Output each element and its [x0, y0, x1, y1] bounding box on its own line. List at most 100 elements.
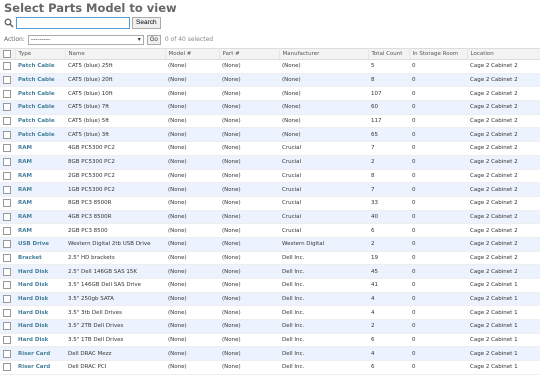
type-link[interactable]: Hard Disk: [18, 310, 48, 316]
type-link[interactable]: RAM: [18, 145, 32, 151]
row-select-cell: [0, 127, 15, 143]
cell-manufacturer: Crucial: [279, 210, 368, 225]
row-checkbox[interactable]: [3, 212, 11, 221]
column-header-location[interactable]: Location: [467, 48, 540, 60]
type-link[interactable]: RAM: [18, 173, 32, 179]
cell-in-storage: 0: [409, 169, 467, 184]
type-link[interactable]: Hard Disk: [18, 296, 48, 302]
row-checkbox[interactable]: [3, 267, 11, 276]
table-row: Riser Card Dell DRAC PCI (None) (None) Dell …: [0, 360, 540, 375]
row-checkbox[interactable]: [3, 89, 11, 98]
type-link[interactable]: Bracket: [18, 255, 42, 261]
row-checkbox[interactable]: [3, 158, 11, 167]
cell-manufacturer: Dell Inc.: [279, 264, 368, 279]
row-checkbox[interactable]: [3, 226, 11, 235]
column-header-model[interactable]: Model #: [165, 48, 220, 60]
cell-model: (None): [165, 360, 219, 375]
column-header-in-storage[interactable]: In Storage Room: [409, 48, 468, 60]
action-select[interactable]: --------- ▾: [27, 34, 144, 45]
cell-total-count: 2: [368, 237, 409, 252]
row-checkbox[interactable]: [3, 130, 11, 139]
row-checkbox[interactable]: [3, 295, 11, 304]
cell-model: (None): [165, 278, 219, 293]
row-checkbox[interactable]: [3, 240, 11, 249]
cell-part: (None): [219, 73, 279, 88]
row-checkbox[interactable]: [3, 349, 11, 358]
column-header-total-count[interactable]: Total Count: [368, 48, 410, 60]
type-link[interactable]: RAM: [18, 228, 32, 234]
search-bar: Search: [4, 16, 540, 30]
cell-location: Cage 2 Cabinet 2: [467, 141, 540, 156]
cell-manufacturer: (None): [279, 127, 368, 143]
type-link[interactable]: Riser Card: [18, 351, 50, 357]
select-all-checkbox[interactable]: [3, 50, 11, 58]
row-select-cell: [0, 319, 15, 334]
table-row: Riser Card Dell DRAC Mezz (None) (None) Dell…: [0, 346, 540, 362]
cell-name: 3.5" 3tb Dell Drives: [65, 305, 165, 321]
table-row: RAM 4GB PC5300 PC2 (None) (None) Crucial 7 0 Ca…: [0, 141, 540, 156]
column-header-name[interactable]: Name: [65, 48, 166, 60]
row-select-cell: [0, 210, 15, 225]
search-input[interactable]: [16, 17, 130, 29]
type-link[interactable]: Patch Cable: [18, 91, 55, 97]
row-checkbox[interactable]: [3, 253, 11, 262]
type-link[interactable]: RAM: [18, 159, 32, 165]
cell-location: Cage 2 Cabinet 1: [467, 292, 540, 307]
row-checkbox[interactable]: [3, 185, 11, 194]
cell-model: (None): [165, 319, 219, 334]
cell-part: (None): [219, 141, 279, 156]
cell-model: (None): [165, 86, 219, 102]
row-checkbox[interactable]: [3, 117, 11, 126]
cell-in-storage: 0: [409, 333, 467, 348]
cell-part: (None): [219, 346, 279, 362]
cell-total-count: 2: [368, 319, 409, 334]
cell-type: Patch Cable: [15, 73, 65, 88]
row-checkbox[interactable]: [3, 322, 11, 331]
type-link[interactable]: RAM: [18, 187, 32, 193]
search-button[interactable]: Search: [132, 17, 161, 29]
row-select-cell: [0, 169, 15, 184]
cell-model: (None): [165, 127, 219, 143]
cell-model: (None): [165, 155, 219, 170]
cell-location: Cage 2 Cabinet 1: [467, 333, 540, 348]
column-header-type[interactable]: Type: [15, 48, 66, 60]
row-checkbox[interactable]: [3, 62, 11, 71]
cell-model: (None): [165, 346, 219, 362]
type-link[interactable]: Hard Disk: [18, 337, 48, 343]
type-link[interactable]: Patch Cable: [18, 118, 55, 124]
type-link[interactable]: Hard Disk: [18, 282, 48, 288]
type-link[interactable]: Patch Cable: [18, 77, 55, 83]
row-checkbox[interactable]: [3, 308, 11, 317]
column-header-manufacturer[interactable]: Manufacturer: [279, 48, 369, 60]
cell-name: 3.5" 146GB Dell SAS Drive: [65, 278, 165, 293]
cell-type: Patch Cable: [15, 127, 65, 143]
row-checkbox[interactable]: [3, 171, 11, 180]
type-link[interactable]: Hard Disk: [18, 323, 48, 329]
row-checkbox[interactable]: [3, 281, 11, 290]
row-checkbox[interactable]: [3, 199, 11, 208]
type-link[interactable]: USB Drive: [18, 241, 49, 247]
type-link[interactable]: Patch Cable: [18, 104, 55, 110]
type-link[interactable]: Patch Cable: [18, 63, 55, 69]
cell-location: Cage 2 Cabinet 2: [467, 114, 540, 129]
type-link[interactable]: Hard Disk: [18, 269, 48, 275]
go-button[interactable]: Go: [146, 34, 161, 45]
row-select-cell: [0, 346, 15, 362]
type-link[interactable]: Riser Card: [18, 364, 50, 370]
cell-location: Cage 2 Cabinet 2: [467, 251, 540, 266]
cell-model: (None): [165, 333, 219, 348]
type-link[interactable]: RAM: [18, 200, 32, 206]
row-checkbox[interactable]: [3, 103, 11, 112]
table-row: RAM 2GB PC3 8500 (None) (None) Crucial 6 0 Cage…: [0, 223, 540, 238]
type-link[interactable]: RAM: [18, 214, 32, 220]
column-header-part[interactable]: Part #: [219, 48, 280, 60]
row-select-cell: [0, 292, 15, 307]
row-checkbox[interactable]: [3, 336, 11, 345]
cell-location: Cage 2 Cabinet 2: [467, 223, 540, 238]
row-checkbox[interactable]: [3, 144, 11, 153]
cell-name: 2.5" Dell 146GB SAS 15K: [65, 264, 165, 279]
row-checkbox[interactable]: [3, 76, 11, 85]
type-link[interactable]: Patch Cable: [18, 132, 55, 138]
cell-manufacturer: (None): [279, 86, 368, 102]
row-checkbox[interactable]: [3, 363, 11, 372]
